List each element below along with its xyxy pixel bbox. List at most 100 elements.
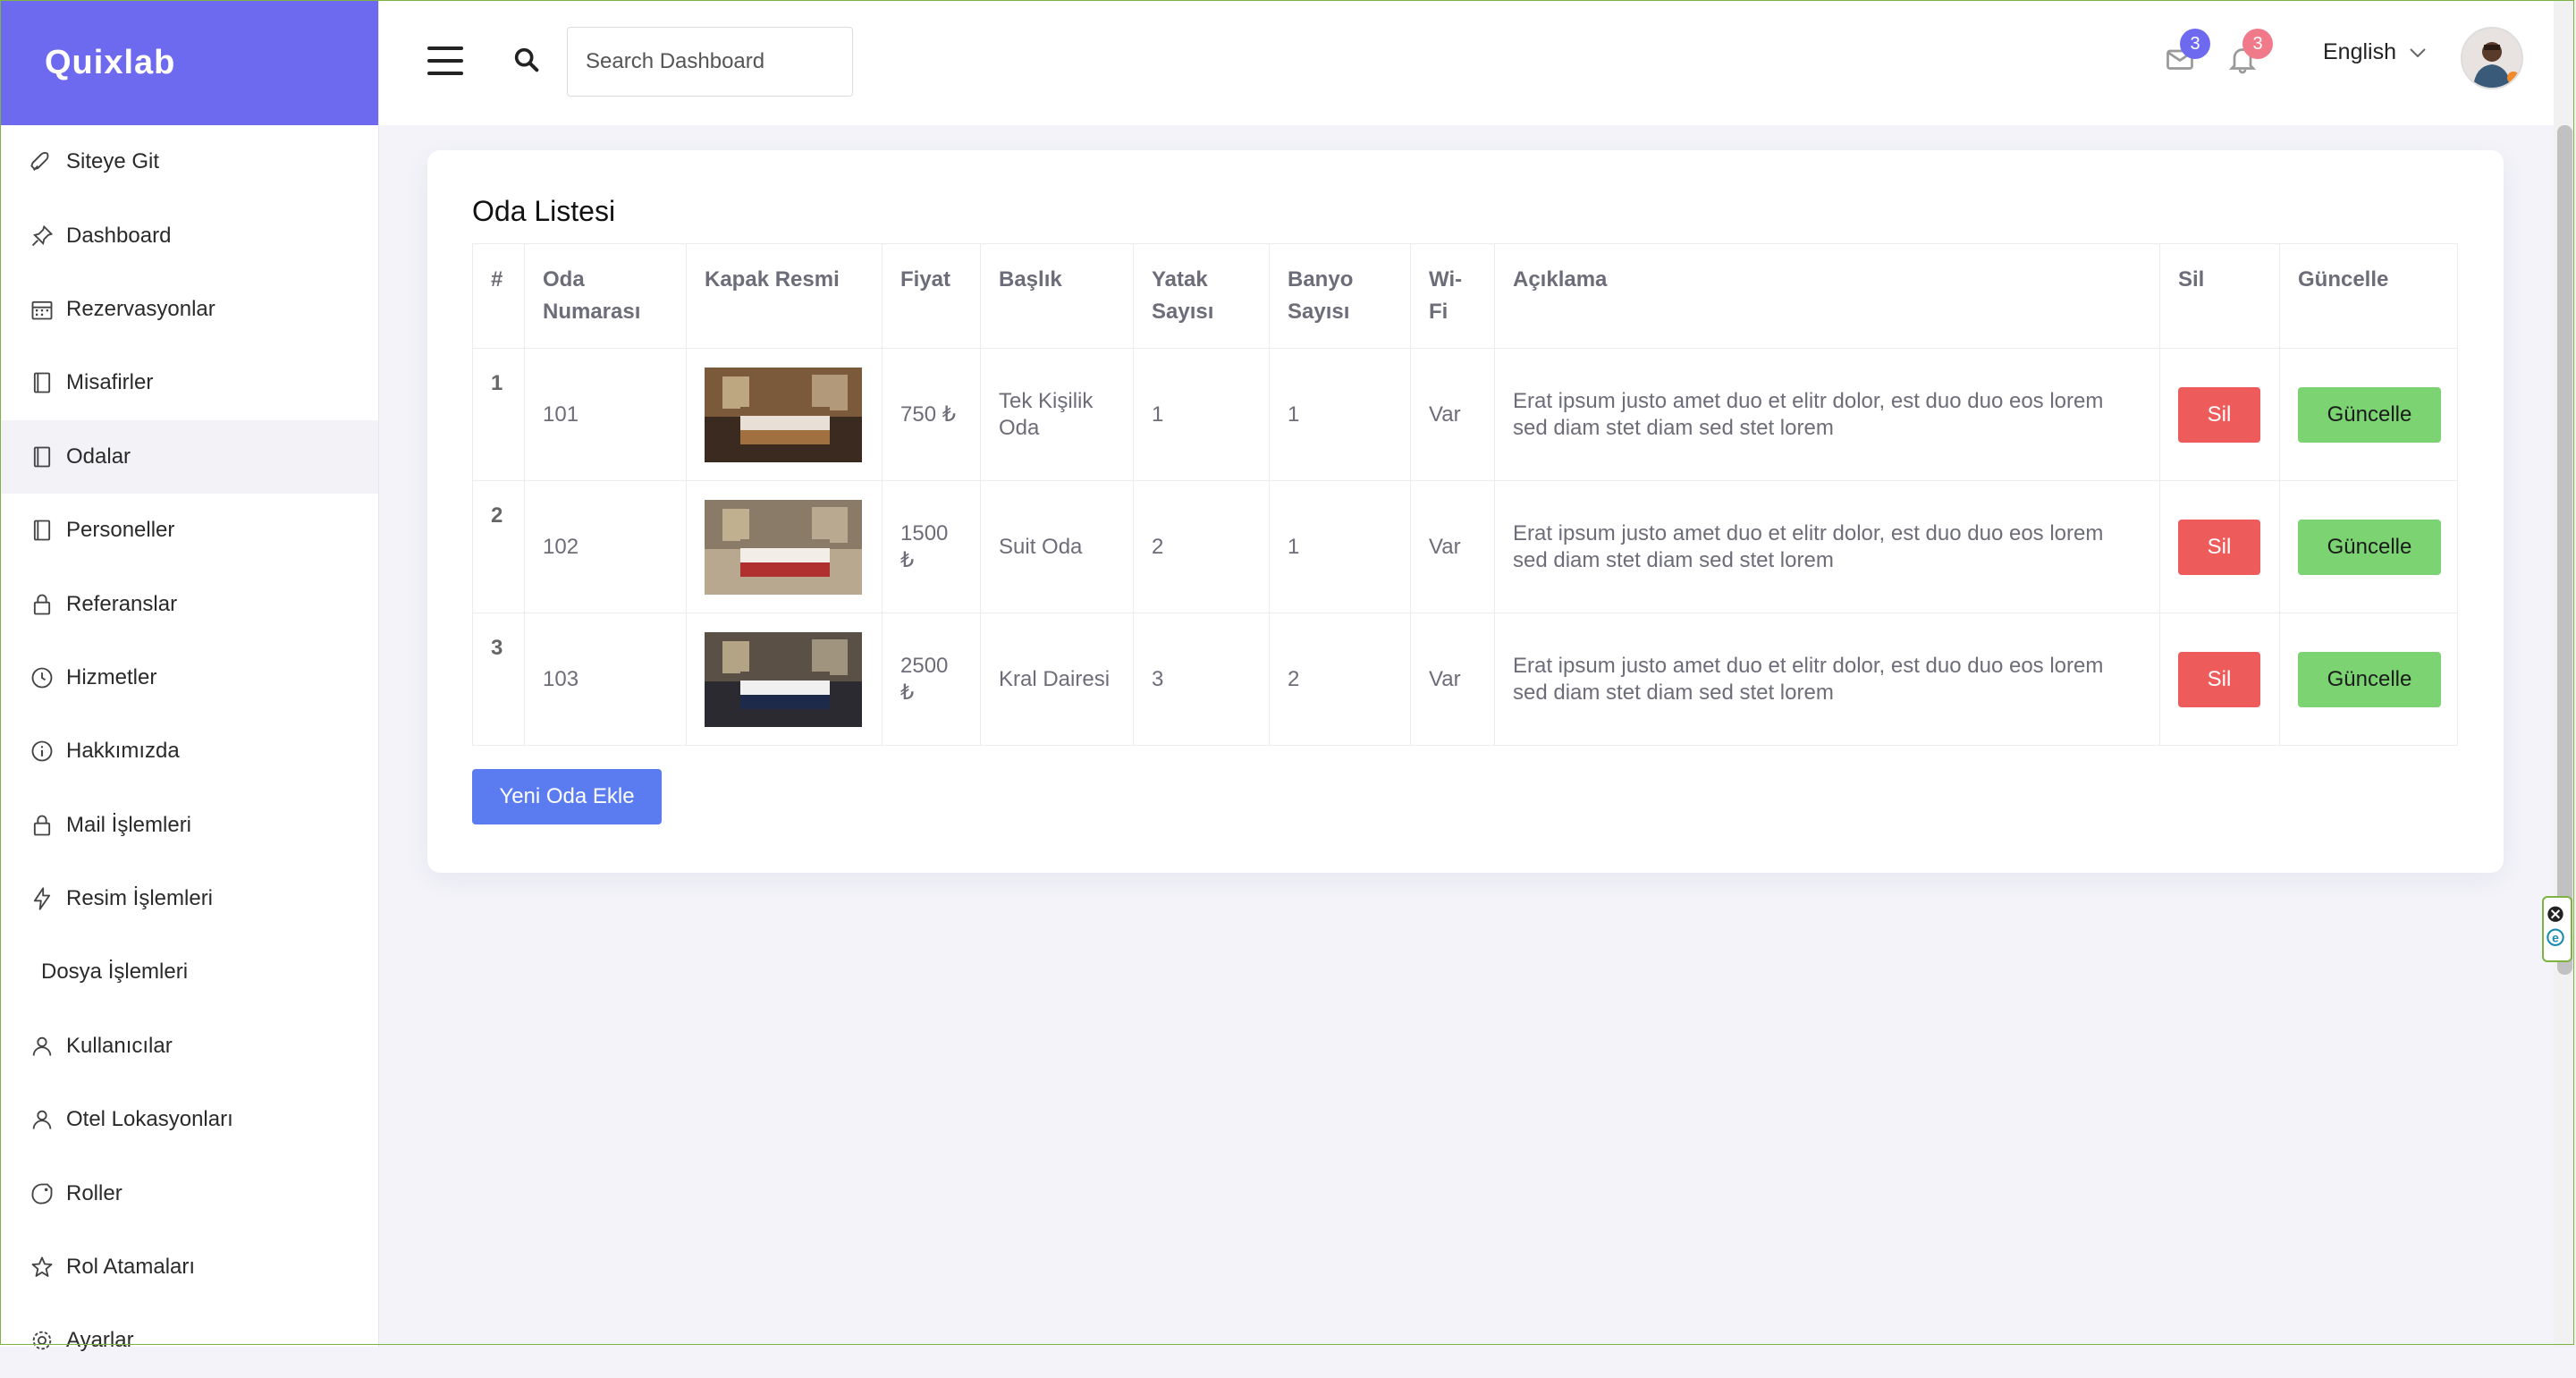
column-header: # bbox=[472, 243, 525, 349]
pin-icon bbox=[29, 223, 55, 249]
room-price: 2500 ₺ bbox=[882, 613, 981, 746]
room-cover-image bbox=[705, 367, 862, 462]
scrollbar-thumb[interactable] bbox=[2557, 125, 2572, 975]
update-cell: Güncelle bbox=[2279, 348, 2458, 481]
sidebar-item-13[interactable]: Otel Lokasyonları bbox=[0, 1083, 378, 1156]
info-icon bbox=[29, 738, 55, 765]
sidebar-item-label: Resim İşlemleri bbox=[66, 886, 214, 911]
room-cover bbox=[686, 613, 883, 746]
room-title: Kral Dairesi bbox=[980, 613, 1134, 746]
sidebar-item-label: Siteye Git bbox=[66, 149, 160, 174]
lock-icon bbox=[29, 591, 55, 618]
lock-icon bbox=[29, 812, 55, 839]
sidebar-item-label: Kullanıcılar bbox=[66, 1033, 173, 1058]
sidebar-item-label: Otel Lokasyonları bbox=[66, 1107, 233, 1132]
book-icon bbox=[29, 369, 55, 396]
top-header: 3 3 English bbox=[379, 0, 2554, 125]
column-header: Yatak Sayısı bbox=[1133, 243, 1270, 349]
sidebar-item-7[interactable]: Hizmetler bbox=[0, 641, 378, 714]
page-title: Oda Listesi bbox=[472, 195, 616, 227]
menu-toggle-icon[interactable] bbox=[427, 46, 463, 77]
search-icon[interactable] bbox=[511, 45, 542, 75]
sidebar-item-3[interactable]: Misafirler bbox=[0, 346, 378, 419]
wifi-status: Var bbox=[1410, 613, 1495, 746]
room-table: # Oda Numarası Kapak Resmi Fiyat Başlık Yatak… bbox=[472, 243, 2458, 746]
table-row: 2 102 1500 ₺ Suit Oda 2 1 Var Erat ipsum justo … bbox=[472, 480, 2458, 613]
table-row: 1 101 750 ₺ Tek Kişilik Oda 1 1 Var Erat ipsum … bbox=[472, 348, 2458, 481]
calendar-icon bbox=[29, 296, 55, 323]
room-number: 102 bbox=[524, 480, 687, 613]
sidebar-item-1[interactable]: Dashboard bbox=[0, 199, 378, 272]
delete-button[interactable]: Sil bbox=[2178, 386, 2260, 443]
update-button[interactable]: Güncelle bbox=[2298, 651, 2441, 707]
sidebar-item-14[interactable]: Roller bbox=[0, 1156, 378, 1230]
room-description: Erat ipsum justo amet duo et elitr dolor… bbox=[1494, 480, 2160, 613]
row-number: 3 bbox=[472, 613, 525, 746]
vertical-scrollbar[interactable] bbox=[2554, 0, 2576, 1347]
sidebar-item-label: Ayarlar bbox=[66, 1328, 134, 1353]
sidebar-item-15[interactable]: Rol Atamaları bbox=[0, 1230, 378, 1304]
update-button[interactable]: Güncelle bbox=[2298, 386, 2441, 443]
column-header: Kapak Resmi bbox=[686, 243, 883, 349]
tag-icon bbox=[29, 1180, 55, 1207]
bed-count: 1 bbox=[1133, 348, 1270, 481]
sidebar-item-11[interactable]: Dosya İşlemleri bbox=[0, 935, 378, 1009]
delete-button[interactable]: Sil bbox=[2178, 519, 2260, 575]
room-price: 1500 ₺ bbox=[882, 480, 981, 613]
sidebar: Quixlab Siteye Git Dashboard Rezervasyonla… bbox=[0, 0, 379, 1352]
room-number: 101 bbox=[524, 348, 687, 481]
room-description: Erat ipsum justo amet duo et elitr dolor… bbox=[1494, 348, 2160, 481]
wifi-status: Var bbox=[1410, 348, 1495, 481]
column-header: Fiyat bbox=[882, 243, 981, 349]
search-input[interactable] bbox=[567, 27, 853, 97]
star-icon bbox=[29, 1254, 55, 1281]
user-avatar[interactable] bbox=[2461, 27, 2523, 89]
room-cover bbox=[686, 480, 883, 613]
update-button[interactable]: Güncelle bbox=[2298, 519, 2441, 575]
column-header: Banyo Sayısı bbox=[1269, 243, 1411, 349]
sidebar-item-12[interactable]: Kullanıcılar bbox=[0, 1010, 378, 1083]
bath-count: 1 bbox=[1269, 348, 1411, 481]
room-cover bbox=[686, 348, 883, 481]
sidebar-item-16[interactable]: Ayarlar bbox=[0, 1304, 378, 1377]
sidebar-item-label: Roller bbox=[66, 1180, 122, 1205]
wifi-status: Var bbox=[1410, 480, 1495, 613]
room-title: Tek Kişilik Oda bbox=[980, 348, 1134, 481]
column-header: Başlık bbox=[980, 243, 1134, 349]
sidebar-item-10[interactable]: Resim İşlemleri bbox=[0, 862, 378, 935]
room-description: Erat ipsum justo amet duo et elitr dolor… bbox=[1494, 613, 2160, 746]
status-dot bbox=[2507, 72, 2520, 84]
sidebar-item-label: Dosya İşlemleri bbox=[41, 960, 189, 985]
sidebar-item-0[interactable]: Siteye Git bbox=[0, 125, 378, 199]
room-title: Suit Oda bbox=[980, 480, 1134, 613]
brand-name: Quixlab bbox=[45, 43, 176, 81]
sidebar-item-5[interactable]: Personeller bbox=[0, 494, 378, 567]
side-extension-widget[interactable]: e bbox=[2542, 896, 2572, 962]
sidebar-item-6[interactable]: Referanslar bbox=[0, 567, 378, 640]
user-icon bbox=[29, 1106, 55, 1133]
user-icon bbox=[29, 1033, 55, 1060]
sidebar-item-2[interactable]: Rezervasyonlar bbox=[0, 273, 378, 346]
sidebar-item-4[interactable]: Odalar bbox=[0, 419, 378, 494]
language-selector[interactable]: English bbox=[2323, 39, 2427, 65]
table-header-row: # Oda Numarası Kapak Resmi Fiyat Başlık Yatak… bbox=[472, 243, 2458, 349]
sidebar-item-label: Referanslar bbox=[66, 591, 178, 616]
row-number: 2 bbox=[472, 480, 525, 613]
bed-count: 2 bbox=[1133, 480, 1270, 613]
add-room-button[interactable]: Yeni Oda Ekle bbox=[472, 769, 662, 824]
sidebar-item-label: Dashboard bbox=[66, 223, 172, 248]
book-icon bbox=[29, 517, 55, 544]
room-cover-image bbox=[705, 631, 862, 727]
update-cell: Güncelle bbox=[2279, 480, 2458, 613]
sidebar-item-8[interactable]: Hakkımızda bbox=[0, 714, 378, 788]
table-row: 3 103 2500 ₺ Kral Dairesi 3 2 Var Erat ipsum ju… bbox=[472, 613, 2458, 746]
delete-button[interactable]: Sil bbox=[2178, 651, 2260, 707]
extension-icon: e bbox=[2546, 906, 2564, 946]
svg-text:e: e bbox=[2552, 930, 2559, 944]
sidebar-item-label: Odalar bbox=[66, 444, 131, 469]
book-icon bbox=[29, 444, 55, 470]
clock-icon bbox=[29, 664, 55, 691]
chevron-down-icon bbox=[2410, 47, 2426, 57]
sidebar-item-9[interactable]: Mail İşlemleri bbox=[0, 789, 378, 862]
brand-logo[interactable]: Quixlab bbox=[0, 0, 378, 125]
